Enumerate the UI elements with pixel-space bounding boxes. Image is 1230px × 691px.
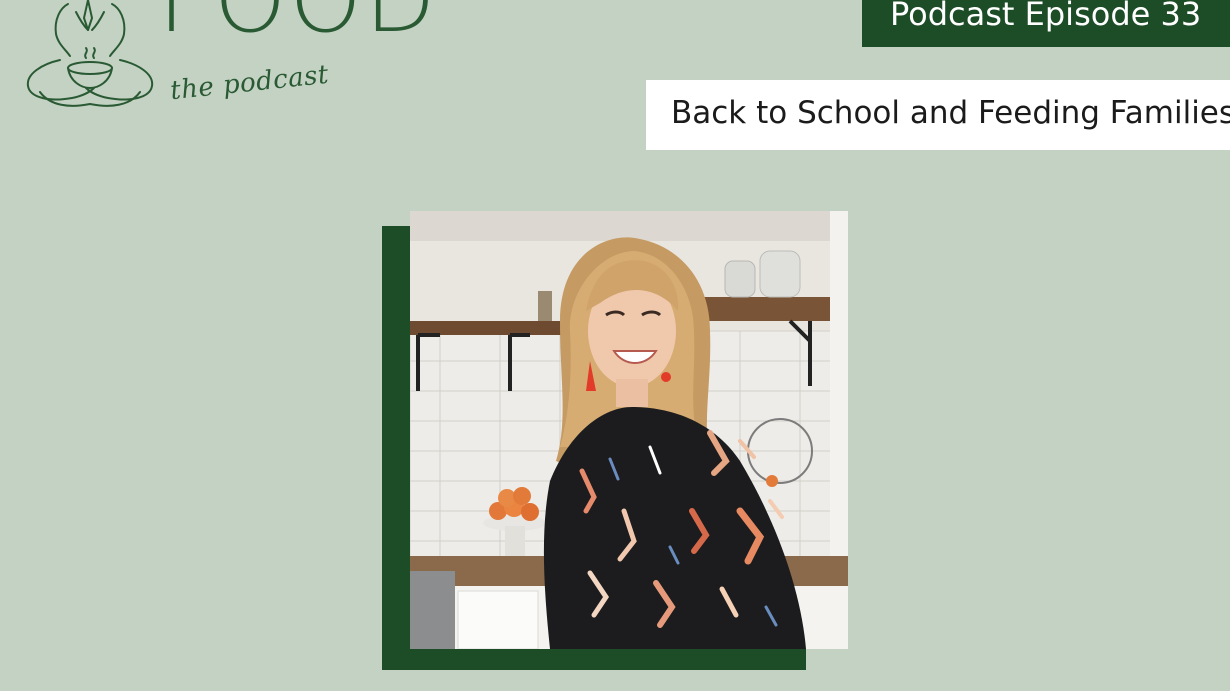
host-photo: [410, 211, 848, 649]
podcast-logo: FOOD the podcast: [20, 0, 450, 120]
episode-badge: Podcast Episode 33: [862, 0, 1230, 47]
podcast-cover: FOOD the podcast Podcast Episode 33 Back…: [0, 0, 1230, 691]
logo-wordmark: FOOD: [158, 0, 439, 46]
meditating-figure-icon: [20, 0, 160, 120]
episode-title: Back to School and Feeding Families: [646, 80, 1230, 150]
logo-subtitle: the podcast: [168, 59, 331, 107]
